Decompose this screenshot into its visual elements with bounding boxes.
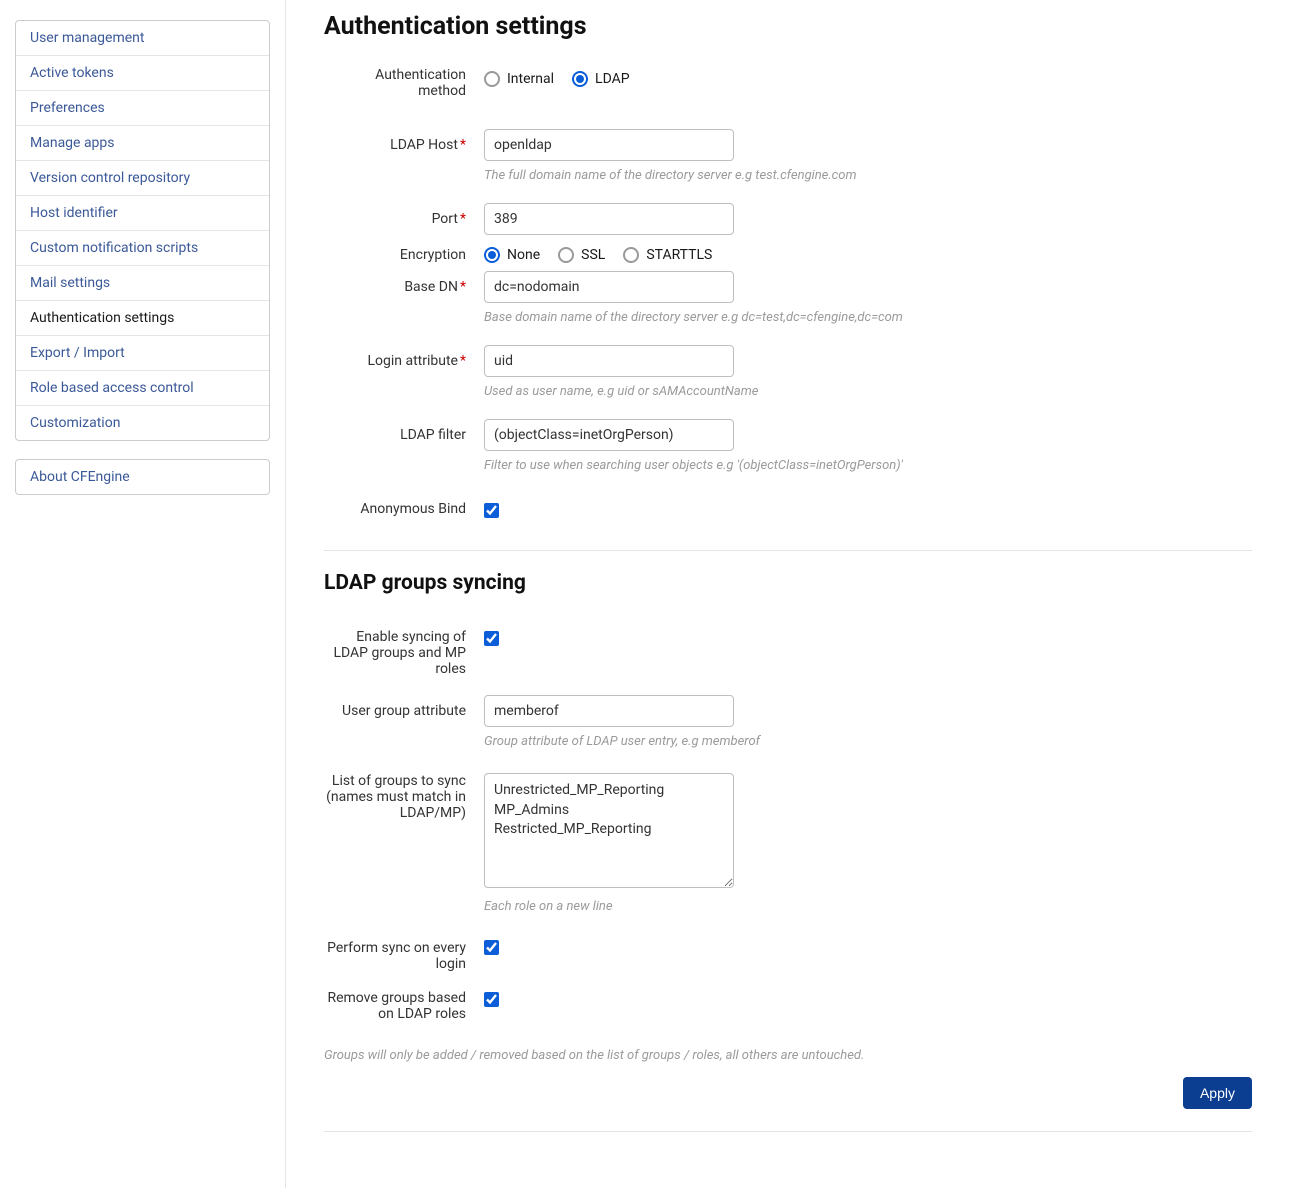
page-title: Authentication settings	[324, 12, 1252, 41]
login-attr-input[interactable]	[484, 345, 734, 377]
group-attr-help: Group attribute of LDAP user entry, e.g …	[484, 734, 1104, 749]
radio-icon	[484, 247, 500, 263]
sidebar-item-rbac[interactable]: Role based access control	[16, 371, 269, 406]
perform-sync-label: Perform sync on every login	[324, 938, 484, 972]
remove-groups-checkbox[interactable]	[484, 992, 499, 1007]
sidebar-item-authentication-settings[interactable]: Authentication settings	[16, 301, 269, 336]
sidebar-item-about[interactable]: About CFEngine	[16, 460, 269, 494]
sidebar-item-preferences[interactable]: Preferences	[16, 91, 269, 126]
radio-icon	[558, 247, 574, 263]
port-label: Port*	[324, 203, 484, 227]
enable-sync-checkbox[interactable]	[484, 631, 499, 646]
group-attr-label: User group attribute	[324, 695, 484, 719]
radio-label: LDAP	[595, 71, 630, 87]
sidebar-item-user-management[interactable]: User management	[16, 21, 269, 56]
ldap-host-label: LDAP Host*	[324, 129, 484, 153]
sidebar-item-host-identifier[interactable]: Host identifier	[16, 196, 269, 231]
ldap-filter-input[interactable]	[484, 419, 734, 451]
radio-icon	[572, 71, 588, 87]
sidebar-item-manage-apps[interactable]: Manage apps	[16, 126, 269, 161]
nav-secondary: About CFEngine	[15, 459, 270, 495]
section-divider	[324, 1131, 1252, 1132]
auth-method-label: Authentication method	[324, 67, 484, 99]
enable-sync-label: Enable syncing of LDAP groups and MP rol…	[324, 629, 484, 677]
perform-sync-checkbox[interactable]	[484, 940, 499, 955]
group-list-label: List of groups to sync (names must match…	[324, 773, 484, 821]
encryption-label: Encryption	[324, 243, 484, 263]
content-wrapper: Authentication settings Authentication m…	[285, 0, 1290, 1188]
ldap-filter-help: Filter to use when searching user object…	[484, 458, 1104, 473]
radio-icon	[484, 71, 500, 87]
sidebar: User management Active tokens Preference…	[0, 0, 285, 1188]
group-list-textarea[interactable]	[484, 773, 734, 888]
sync-title: LDAP groups syncing	[324, 571, 1252, 595]
auth-method-internal[interactable]: Internal	[484, 71, 554, 87]
sidebar-item-version-control[interactable]: Version control repository	[16, 161, 269, 196]
radio-icon	[623, 247, 639, 263]
nav-main: User management Active tokens Preference…	[15, 20, 270, 441]
port-input[interactable]	[484, 203, 734, 235]
radio-label: STARTTLS	[646, 247, 712, 263]
auth-method-ldap[interactable]: LDAP	[572, 71, 630, 87]
encryption-ssl[interactable]: SSL	[558, 247, 605, 263]
sync-footer-note: Groups will only be added / removed base…	[324, 1048, 1252, 1063]
ldap-filter-label: LDAP filter	[324, 419, 484, 443]
radio-label: Internal	[507, 71, 554, 87]
sidebar-item-export-import[interactable]: Export / Import	[16, 336, 269, 371]
section-divider	[324, 550, 1252, 551]
anon-bind-checkbox[interactable]	[484, 503, 499, 518]
sidebar-item-customization[interactable]: Customization	[16, 406, 269, 440]
ldap-host-help: The full domain name of the directory se…	[484, 168, 1104, 183]
base-dn-input[interactable]	[484, 271, 734, 303]
sidebar-item-active-tokens[interactable]: Active tokens	[16, 56, 269, 91]
radio-label: None	[507, 247, 540, 263]
login-attr-help: Used as user name, e.g uid or sAMAccount…	[484, 384, 1104, 399]
group-attr-input[interactable]	[484, 695, 734, 727]
login-attr-label: Login attribute*	[324, 345, 484, 369]
radio-label: SSL	[581, 247, 605, 263]
remove-groups-label: Remove groups based on LDAP roles	[324, 990, 484, 1022]
base-dn-help: Base domain name of the directory server…	[484, 310, 1104, 325]
sidebar-item-custom-notification[interactable]: Custom notification scripts	[16, 231, 269, 266]
apply-button[interactable]: Apply	[1183, 1077, 1252, 1109]
sidebar-item-mail-settings[interactable]: Mail settings	[16, 266, 269, 301]
anon-bind-label: Anonymous Bind	[324, 493, 484, 517]
encryption-none[interactable]: None	[484, 247, 540, 263]
group-list-help: Each role on a new line	[484, 899, 1104, 914]
ldap-host-input[interactable]	[484, 129, 734, 161]
base-dn-label: Base DN*	[324, 271, 484, 295]
encryption-starttls[interactable]: STARTTLS	[623, 247, 712, 263]
